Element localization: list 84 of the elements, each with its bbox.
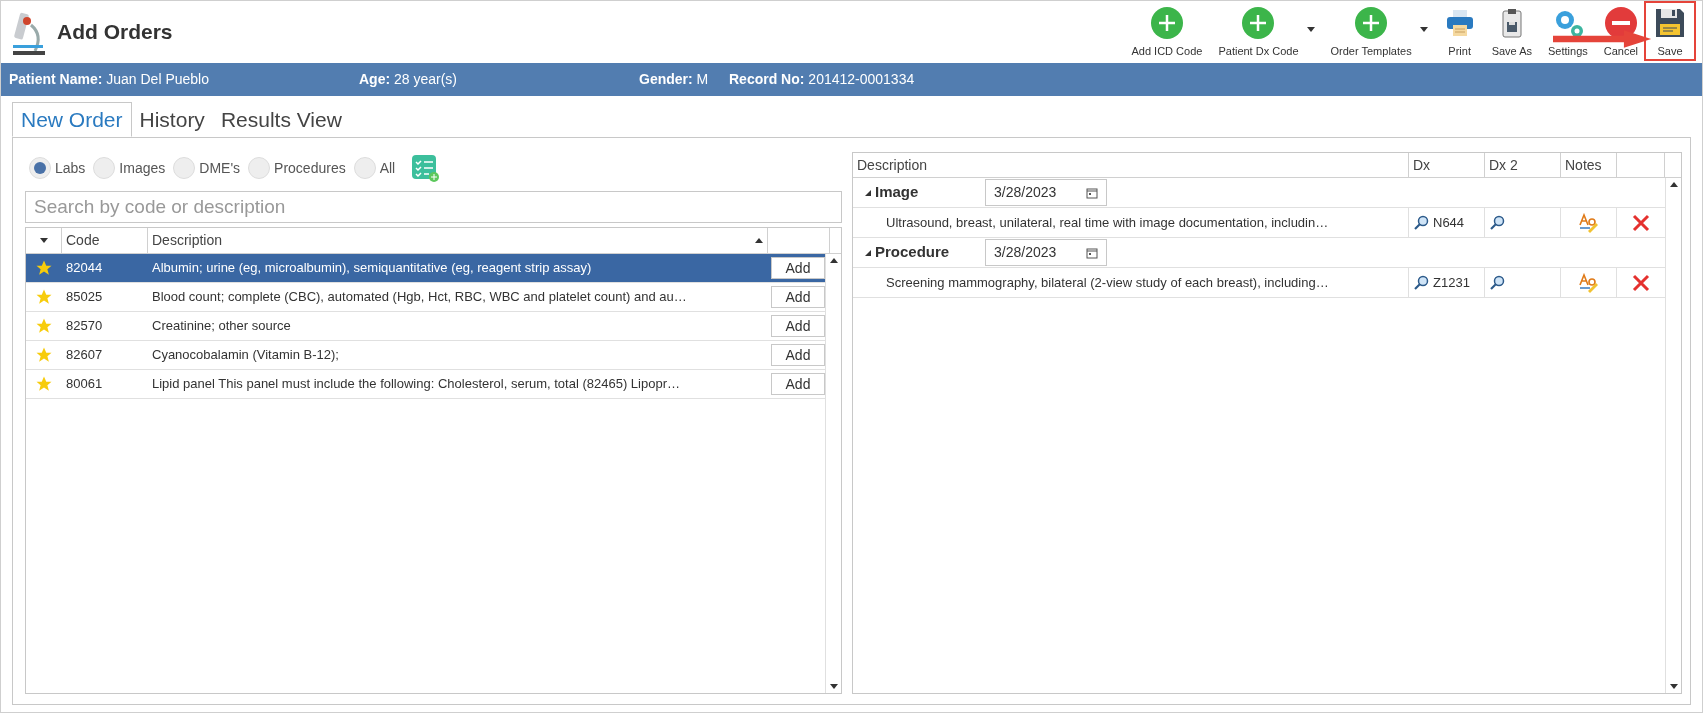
table-cell-text: N644 (1433, 213, 1465, 232)
plus-circle-icon (1150, 6, 1183, 39)
toolbar-button[interactable]: Print (1435, 2, 1484, 59)
scroll-down-icon[interactable] (1669, 684, 1678, 689)
scrollbar[interactable] (1665, 178, 1681, 693)
radio-option[interactable]: DME's (173, 157, 241, 179)
date-field[interactable]: 3/28/2023 (985, 239, 1107, 266)
table-cell-text: Blood count; complete (CBC), automated (Hgb, Hct, RBC, WBC and platelet count) and au… (151, 288, 688, 307)
column-header[interactable]: Notes (1565, 154, 1602, 176)
toolbar-button[interactable]: Save (1646, 2, 1694, 59)
scrollbar[interactable] (825, 254, 841, 693)
scroll-down-icon[interactable] (829, 684, 838, 689)
patient-info-field: Patient Name: Juan Del Pueblo (9, 69, 359, 90)
table-cell: Screening mammography, bilateral (2-view study of each breast), including… (853, 268, 1409, 297)
column-header[interactable]: Description (152, 230, 223, 251)
table-cell-text: 82044 (65, 259, 104, 278)
toolbar-button[interactable]: Patient Dx Code (1210, 2, 1307, 59)
dropdown-caret-icon[interactable] (1419, 26, 1428, 32)
window-title: Add Orders (57, 19, 173, 46)
delete-icon[interactable] (1632, 213, 1650, 232)
tab[interactable]: Results View (212, 102, 350, 137)
patient-info-field: Record No: 201412-0001334 (729, 69, 915, 90)
table-cell-text: 85025 (65, 288, 104, 307)
table-cell-text: 82607 (65, 346, 104, 365)
add-button[interactable]: Add (771, 373, 825, 395)
dropdown-caret-icon[interactable] (39, 238, 48, 243)
search-field[interactable]: Search by code or description (25, 191, 842, 223)
star-icon[interactable] (35, 317, 53, 335)
search-icon[interactable] (1413, 214, 1429, 231)
add-button[interactable]: Add (771, 257, 825, 279)
column-header[interactable]: Dx 2 (1489, 154, 1518, 176)
checklist-add-icon[interactable] (411, 154, 440, 182)
radio-option[interactable]: Procedures (248, 157, 346, 179)
table-cell: Ultrasound, breast, unilateral, real time with image documentation, includin… (853, 208, 1409, 237)
search-icon[interactable] (1413, 274, 1429, 291)
notes-edit-icon[interactable] (1577, 212, 1600, 233)
scroll-up-icon[interactable] (829, 258, 838, 263)
plus-circle-icon (1355, 6, 1388, 39)
sort-ascending-icon (755, 238, 763, 243)
expander-toggle-icon[interactable] (865, 249, 871, 256)
search-icon[interactable] (1489, 274, 1505, 291)
search-icon[interactable] (1489, 214, 1505, 231)
expander-toggle-icon[interactable] (865, 189, 871, 196)
group-label: Image (875, 182, 920, 203)
patient-info-field: Age: 28 year(s) (359, 69, 639, 90)
table-cell-text: Z1231 (1433, 273, 1470, 292)
notes-edit-icon[interactable] (1577, 272, 1600, 293)
table-cell-text: Cyanocobalamin (Vitamin B-12); (151, 346, 340, 365)
table-cell-text: Creatinine; other source (151, 317, 292, 336)
date-field[interactable]: 3/28/2023 (985, 179, 1107, 206)
group-label: Procedure (875, 242, 951, 263)
toolbar-button[interactable]: Add ICD Code (1123, 2, 1211, 59)
table-row[interactable]: 82044 Albumin; urine (eg, microalbumin), semiquantitative (eg, reagent strip assay) Add (26, 254, 825, 283)
table-cell-text: Albumin; urine (eg, microalbumin), semiquantitative (eg, reagent strip assay) (151, 259, 593, 278)
calendar-icon[interactable] (1086, 186, 1098, 199)
table-row[interactable]: 82607 Cyanocobalamin (Vitamin B-12); Add (26, 341, 825, 370)
toolbar-button[interactable]: Order Templates (1322, 2, 1420, 59)
plus-circle-icon (1242, 6, 1275, 39)
scroll-up-icon[interactable] (1669, 182, 1678, 187)
star-icon[interactable] (35, 259, 53, 277)
column-header[interactable]: Description (857, 154, 928, 176)
table-cell-text: 82570 (65, 317, 104, 336)
toolbar-button[interactable]: Save As (1483, 2, 1540, 59)
table-row[interactable]: 85025 Blood count; complete (CBC), automated (Hgb, Hct, RBC, WBC and platelet count) and au… Add (26, 283, 825, 312)
column-header[interactable]: Code (66, 230, 100, 251)
star-icon[interactable] (35, 375, 53, 393)
add-button[interactable]: Add (771, 315, 825, 337)
add-button[interactable]: Add (771, 286, 825, 308)
table-cell-text: 80061 (65, 375, 104, 394)
calendar-icon[interactable] (1086, 246, 1098, 259)
radio-option[interactable]: Labs (29, 157, 86, 179)
star-icon[interactable] (35, 288, 53, 306)
patient-info-field: Gender: M (639, 69, 729, 90)
table-cell-text: Lipid panel This panel must include the following: Cholesterol, serum, total (82465) Lipopr… (151, 375, 681, 394)
radio-option[interactable]: Images (93, 157, 166, 179)
table-row[interactable]: 82570 Creatinine; other source Add (26, 312, 825, 341)
star-icon[interactable] (35, 346, 53, 364)
tab[interactable]: History (131, 102, 213, 137)
add-button[interactable]: Add (771, 344, 825, 366)
column-header[interactable]: Dx (1413, 154, 1431, 176)
tab[interactable]: New Order (12, 102, 132, 137)
dropdown-caret-icon[interactable] (1306, 26, 1315, 32)
table-row[interactable]: 80061 Lipid panel This panel must include the following: Cholesterol, serum, total (82465) Lipopr… Add (26, 370, 825, 399)
delete-icon[interactable] (1632, 273, 1650, 292)
